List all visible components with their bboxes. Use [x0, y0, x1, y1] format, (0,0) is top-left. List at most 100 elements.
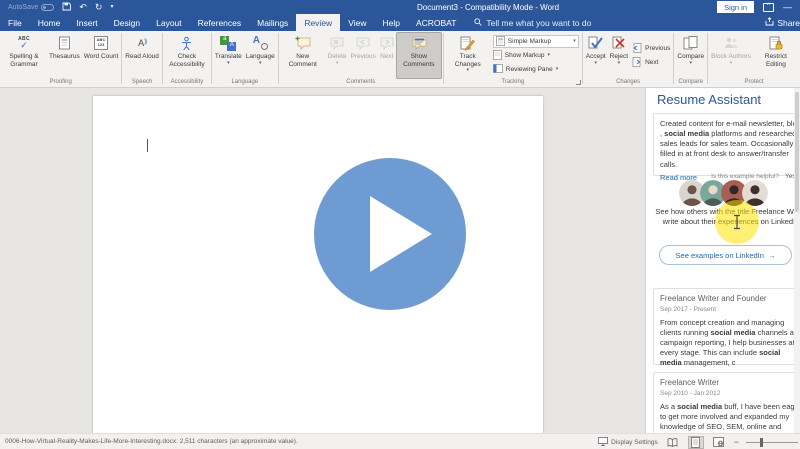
- show-comments-icon: [411, 34, 427, 52]
- tab-home[interactable]: Home: [30, 14, 69, 31]
- zoom-slider-thumb[interactable]: [760, 438, 763, 447]
- restrict-editing-button[interactable]: Restrict Editing: [753, 32, 799, 79]
- check-accessibility-icon: [180, 34, 193, 52]
- next-comment-icon: [380, 34, 394, 52]
- spelling-grammar-button[interactable]: ABC✓ Spelling & Grammar: [1, 32, 47, 79]
- track-changes-icon: [460, 34, 475, 52]
- ribbon-group-protect: Block Authors ▾ Restrict Editing Protect: [708, 31, 800, 87]
- block-authors-button: Block Authors ▾: [709, 32, 753, 79]
- ribbon-display-options-icon[interactable]: [763, 3, 774, 12]
- ribbon-group-proofing: ABC✓ Spelling & Grammar Thesaurus ABC123…: [0, 31, 121, 87]
- ribbon-group-tracking: Track Changes ▾ Simple Markup ▾: [444, 31, 582, 87]
- word-window: AutoSave ↶ ↻ ▾ Document3 - Compatibility…: [0, 0, 800, 449]
- status-bar: 0006-How-Virtual-Reality-Makes-Life-More…: [0, 433, 800, 449]
- autosave-pill-icon: [41, 4, 54, 11]
- tracking-dialog-launcher-icon[interactable]: [576, 80, 581, 85]
- language-button[interactable]: A Language ▾: [244, 32, 277, 79]
- ribbon-group-comments: New Comment Delete ▾ Previous: [279, 31, 443, 87]
- reviewing-pane-button[interactable]: Reviewing Pane ▾: [493, 63, 579, 76]
- display-settings-icon: [598, 437, 608, 448]
- previous-change-icon: [632, 43, 642, 55]
- previous-change-button[interactable]: Previous: [632, 42, 670, 55]
- reject-button[interactable]: Reject ▾: [608, 32, 630, 79]
- read-mode-button[interactable]: [665, 436, 681, 449]
- minimize-icon[interactable]: —: [783, 2, 792, 12]
- tab-review[interactable]: Review: [296, 14, 340, 31]
- restrict-editing-icon: [769, 34, 783, 52]
- previous-comment-button: Previous: [349, 32, 378, 79]
- check-accessibility-button[interactable]: Check Accessibility: [164, 32, 210, 79]
- display-settings-button[interactable]: Display Settings: [598, 437, 658, 448]
- example-card-1: Created content for e-mail newsletter, b…: [653, 113, 800, 176]
- new-comment-icon: [295, 34, 311, 52]
- status-text: 0006-How-Virtual-Reality-Makes-Life-More…: [0, 438, 298, 445]
- pane-title: Resume Assistant: [657, 92, 761, 107]
- translate-icon: aA: [220, 34, 236, 52]
- next-change-button[interactable]: Next: [632, 56, 670, 69]
- linkedin-prompt-text: See how others with the title Freelance …: [651, 207, 800, 227]
- tab-insert[interactable]: Insert: [68, 14, 105, 31]
- language-icon: A: [253, 34, 268, 52]
- tab-design[interactable]: Design: [106, 14, 148, 31]
- previous-comment-icon: [356, 34, 370, 52]
- sign-in-button[interactable]: Sign in: [717, 1, 754, 13]
- show-markup-button[interactable]: Show Markup ▾: [493, 49, 579, 62]
- arrow-right-icon: →: [768, 251, 776, 260]
- next-comment-button: Next: [378, 32, 396, 79]
- pane-scrollbar[interactable]: [794, 88, 800, 433]
- window-title: Document3 - Compatibility Mode - Word: [417, 0, 559, 14]
- avatar: [742, 180, 768, 206]
- ribbon-group-changes: Accept ▾ Reject ▾ Previous: [583, 31, 674, 87]
- tab-acrobat[interactable]: ACROBAT: [408, 14, 464, 31]
- resume-assistant-pane: Resume Assistant Created content for e-m…: [645, 88, 800, 433]
- show-comments-button[interactable]: Show Comments: [396, 32, 442, 79]
- ribbon-group-language: aA Translate ▾ A Language ▾ Language: [212, 31, 278, 87]
- redo-icon[interactable]: ↻: [95, 3, 103, 12]
- save-icon[interactable]: [62, 2, 71, 13]
- print-layout-button[interactable]: [688, 436, 704, 449]
- zoom-slider[interactable]: [746, 442, 798, 443]
- translate-button[interactable]: aA Translate ▾: [213, 32, 244, 79]
- compare-icon: [683, 34, 698, 52]
- tab-mailings[interactable]: Mailings: [249, 14, 296, 31]
- delete-comment-icon: [330, 34, 344, 52]
- next-change-icon: [632, 57, 642, 69]
- block-authors-icon: [724, 34, 739, 52]
- undo-icon[interactable]: ↶: [79, 3, 87, 12]
- word-count-icon: ABC123: [94, 34, 109, 52]
- ribbon-review: ABC✓ Spelling & Grammar Thesaurus ABC123…: [0, 31, 800, 88]
- new-comment-button[interactable]: New Comment: [280, 32, 326, 79]
- thesaurus-button[interactable]: Thesaurus: [47, 32, 82, 79]
- autosave-toggle[interactable]: AutoSave: [8, 4, 54, 11]
- tab-file[interactable]: File: [0, 14, 30, 31]
- reject-icon: [612, 34, 626, 52]
- accept-button[interactable]: Accept ▾: [584, 32, 608, 79]
- example-card-3: Freelance Writer Sep 2010 - Jan 2012 As …: [653, 372, 800, 433]
- video-play-button[interactable]: [312, 156, 468, 312]
- web-layout-button[interactable]: [711, 436, 727, 449]
- share-label: Share: [777, 18, 800, 28]
- display-for-review-select[interactable]: Simple Markup ▾: [493, 35, 579, 48]
- zoom-out-button[interactable]: −: [734, 437, 739, 447]
- track-changes-button[interactable]: Track Changes ▾: [445, 32, 491, 79]
- tell-me-box[interactable]: Tell me what you want to do: [464, 14, 601, 31]
- share-button[interactable]: Share: [761, 14, 800, 31]
- read-aloud-button[interactable]: A)) Read Aloud: [123, 32, 161, 79]
- word-count-button[interactable]: ABC123 Word Count: [82, 32, 121, 79]
- linkedin-avatars: [651, 180, 796, 206]
- simple-markup-icon: [496, 36, 505, 48]
- quick-access-toolbar: AutoSave ↶ ↻ ▾: [0, 2, 113, 13]
- tab-view[interactable]: View: [340, 14, 374, 31]
- customize-qat-icon[interactable]: ▾: [110, 4, 113, 10]
- title-bar: AutoSave ↶ ↻ ▾ Document3 - Compatibility…: [0, 0, 800, 14]
- delete-comment-button: Delete ▾: [326, 32, 349, 79]
- ribbon-group-speech: A)) Read Aloud Speech: [122, 31, 162, 87]
- see-examples-button[interactable]: See examples on LinkedIn →: [659, 245, 792, 265]
- share-icon: [765, 17, 774, 28]
- compare-button[interactable]: Compare ▾: [675, 32, 706, 79]
- pane-scrollbar-thumb[interactable]: [795, 92, 799, 212]
- tab-references[interactable]: References: [190, 14, 249, 31]
- tab-layout[interactable]: Layout: [148, 14, 190, 31]
- tab-help[interactable]: Help: [374, 14, 407, 31]
- tell-me-label: Tell me what you want to do: [486, 18, 591, 28]
